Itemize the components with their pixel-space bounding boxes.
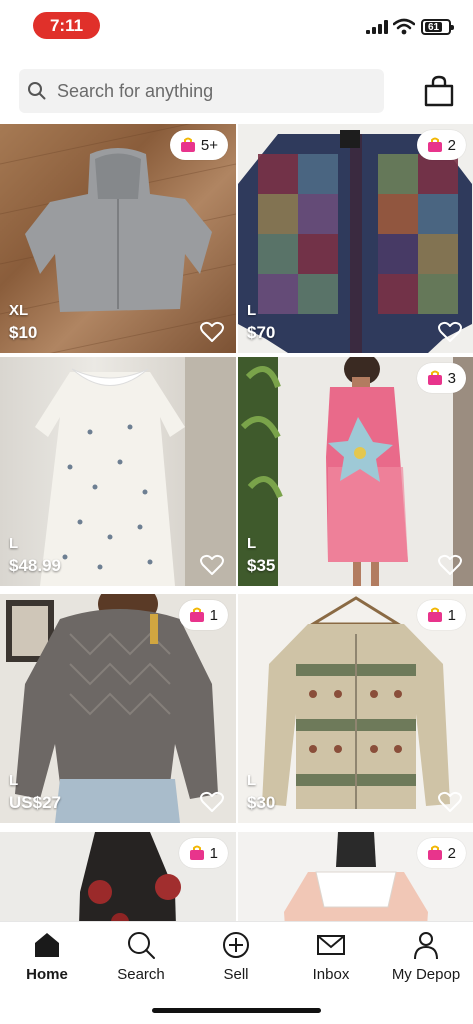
mail-icon [317, 935, 345, 955]
badge-count: 1 [447, 606, 456, 624]
listing-card[interactable]: 1 L US$27 [0, 594, 236, 823]
listing-size: L [247, 535, 257, 552]
bag-count-badge: 2 [416, 130, 466, 160]
badge-count: 2 [447, 844, 456, 862]
shopping-bag-badge-icon [427, 845, 442, 860]
listing-card[interactable]: 2 [238, 832, 473, 921]
tab-label: My Depop [391, 966, 461, 983]
shopping-bag-badge-icon [189, 607, 204, 622]
badge-count: 5+ [200, 136, 218, 154]
listing-size: L [247, 302, 257, 319]
listing-card[interactable]: 1 L $30 [238, 594, 473, 823]
cellular-signal-icon [366, 20, 388, 34]
badge-count: 2 [447, 136, 456, 154]
shopping-bag-badge-icon [427, 137, 442, 152]
listing-card[interactable]: L $48.99 [0, 357, 236, 586]
heart-icon[interactable] [200, 791, 224, 813]
listing-card[interactable]: 1 [0, 832, 236, 921]
product-grid: 5+ XL $10 2 L $70 L $48.99 3 L $35 1 L U… [0, 124, 473, 921]
heart-icon[interactable] [200, 321, 224, 343]
battery-icon: 61 [421, 19, 454, 35]
tab-inbox[interactable]: Inbox [285, 930, 377, 986]
search-bar[interactable] [19, 69, 384, 113]
home-icon [35, 933, 59, 957]
bag-count-badge: 3 [416, 363, 466, 393]
listing-size: L [9, 535, 19, 552]
shopping-bag-badge-icon [180, 137, 195, 152]
battery-level: 61 [425, 22, 442, 33]
listing-card[interactable]: 2 L $70 [238, 124, 473, 353]
listing-price: $35 [247, 556, 276, 575]
badge-count: 1 [209, 606, 218, 624]
shopping-bag-icon[interactable] [422, 74, 456, 108]
tab-search[interactable]: Search [95, 930, 187, 986]
heart-icon[interactable] [438, 554, 462, 576]
tab-home[interactable]: Home [1, 930, 93, 986]
product-image [35, 357, 236, 586]
shopping-bag-badge-icon [189, 845, 204, 860]
tab-label: Inbox [312, 966, 350, 983]
listing-card[interactable]: 5+ XL $10 [0, 124, 236, 353]
shopping-bag-badge-icon [427, 607, 442, 622]
tab-label: Sell [223, 966, 249, 983]
bag-count-badge: 2 [416, 838, 466, 868]
shopping-bag-badge-icon [427, 370, 442, 385]
listing-price: $70 [247, 323, 276, 342]
bag-count-badge: 1 [416, 600, 466, 630]
heart-icon[interactable] [438, 321, 462, 343]
listing-price: $48.99 [9, 556, 61, 575]
listing-size: L [9, 772, 19, 789]
status-bar: 7:11 61 [0, 0, 473, 52]
listing-size: XL [9, 302, 29, 319]
tab-sell[interactable]: Sell [190, 930, 282, 986]
heart-icon[interactable] [200, 554, 224, 576]
badge-count: 1 [209, 844, 218, 862]
tab-label: Search [117, 966, 165, 983]
listing-price: US$27 [9, 793, 61, 812]
plus-circle-icon [223, 932, 249, 958]
listing-size: L [247, 772, 257, 789]
listing-price: $30 [247, 793, 276, 812]
home-indicator[interactable] [152, 1008, 321, 1013]
search-input[interactable] [57, 80, 357, 102]
person-icon [414, 932, 438, 960]
search-icon [28, 82, 46, 100]
wifi-icon [393, 18, 415, 35]
listing-card[interactable]: 3 L $35 [238, 357, 473, 586]
tab-my-depop[interactable]: My Depop [380, 930, 472, 986]
bag-count-badge: 5+ [169, 130, 228, 160]
bag-count-badge: 1 [178, 600, 228, 630]
search-icon [128, 932, 155, 959]
badge-count: 3 [447, 369, 456, 387]
status-time: 7:11 [33, 12, 100, 39]
bag-count-badge: 1 [178, 838, 228, 868]
heart-icon[interactable] [438, 791, 462, 813]
listing-price: $10 [9, 323, 38, 342]
tab-label: Home [26, 966, 68, 983]
